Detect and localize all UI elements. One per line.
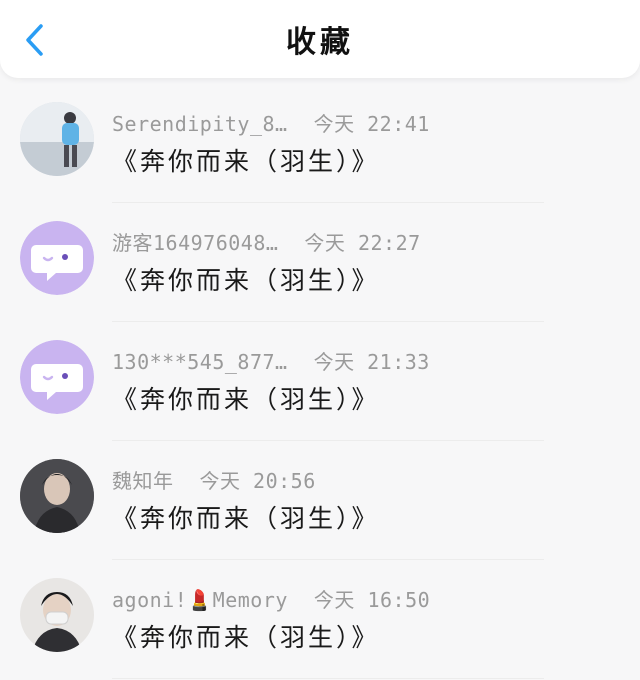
list-item[interactable]: Serendipity_8… 今天 22:41 《奔你而来（羽生）》: [0, 84, 640, 203]
divider: [112, 678, 544, 679]
user-photo-icon: [20, 102, 94, 176]
item-meta: 130***545_877… 今天 21:33: [112, 346, 430, 375]
username: Serendipity_8…: [112, 112, 288, 136]
item-meta: 魏知年 今天 20:56: [112, 465, 316, 494]
avatar[interactable]: [20, 459, 94, 533]
favorite-title: 《奔你而来（羽生）》: [112, 147, 380, 176]
list-item[interactable]: 130***545_877… 今天 21:33 《奔你而来（羽生）》: [0, 322, 640, 441]
username: 130***545_877…: [112, 350, 288, 374]
chevron-left-icon: [26, 24, 43, 56]
avatar[interactable]: [20, 340, 94, 414]
item-meta: 游客164976048… 今天 22:27: [112, 227, 421, 256]
username: 魏知年: [112, 469, 174, 493]
avatar[interactable]: [20, 578, 94, 652]
user-photo-icon: [20, 578, 94, 652]
username: 游客164976048…: [112, 231, 279, 255]
back-button[interactable]: [14, 20, 54, 60]
item-meta: agoni!💄Memory 今天 16:50: [112, 584, 430, 613]
timestamp: 今天 22:41: [313, 112, 430, 136]
timestamp: 今天 16:50: [313, 588, 431, 612]
favorites-list: Serendipity_8… 今天 22:41 《奔你而来（羽生）》 游客1649…: [0, 84, 640, 679]
chat-bubble-icon: [20, 340, 94, 414]
timestamp: 今天 22:27: [304, 231, 421, 255]
favorite-title: 《奔你而来（羽生）》: [112, 385, 380, 414]
list-item[interactable]: 魏知年 今天 20:56 《奔你而来（羽生）》: [0, 441, 640, 560]
favorite-title: 《奔你而来（羽生）》: [112, 623, 380, 652]
chat-bubble-icon: [20, 221, 94, 295]
user-photo-icon: [20, 459, 94, 533]
timestamp: 今天 21:33: [313, 350, 430, 374]
page-title: 收藏: [286, 25, 354, 60]
timestamp: 今天 20:56: [199, 469, 316, 493]
list-item[interactable]: agoni!💄Memory 今天 16:50 《奔你而来（羽生）》: [0, 560, 640, 679]
list-item[interactable]: 游客164976048… 今天 22:27 《奔你而来（羽生）》: [0, 203, 640, 322]
favorite-title: 《奔你而来（羽生）》: [112, 504, 380, 533]
item-meta: Serendipity_8… 今天 22:41: [112, 108, 430, 137]
favorite-title: 《奔你而来（羽生）》: [112, 266, 380, 295]
avatar[interactable]: [20, 102, 94, 176]
avatar[interactable]: [20, 221, 94, 295]
username: agoni!💄Memory: [112, 588, 288, 612]
header-bar: 收藏: [0, 0, 640, 78]
